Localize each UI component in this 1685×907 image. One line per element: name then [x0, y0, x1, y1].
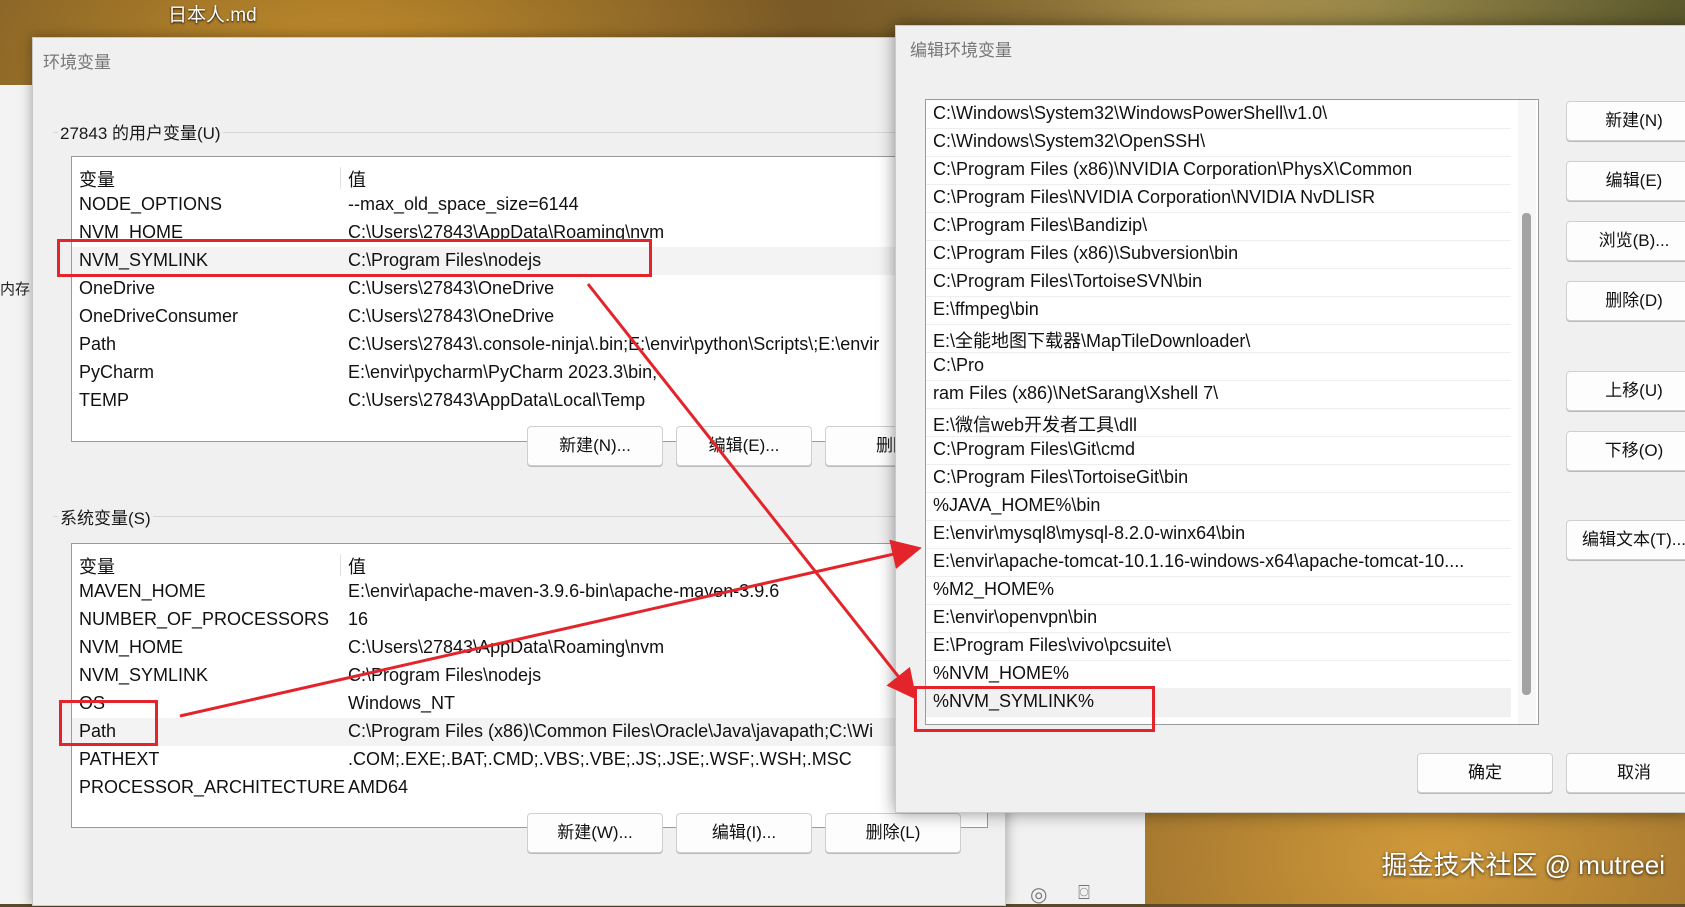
watermark-text: 掘金技术社区 @ mutreei — [1381, 850, 1665, 880]
arrow-symlink-to-entry — [586, 283, 917, 700]
arrow-path-to-list — [179, 539, 922, 718]
annotation-arrows — [179, 283, 922, 718]
